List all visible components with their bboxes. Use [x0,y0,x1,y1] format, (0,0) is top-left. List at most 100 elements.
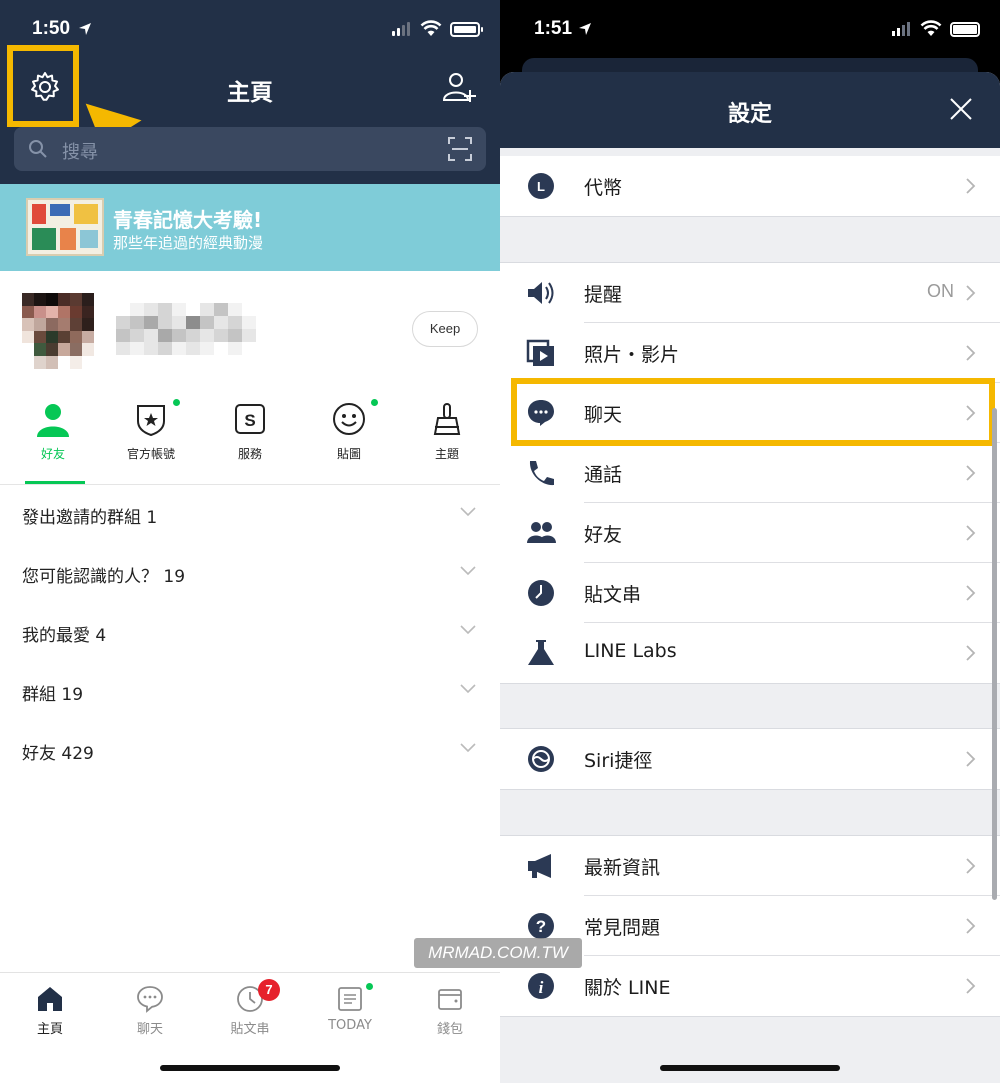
svg-text:?: ? [536,917,546,936]
chevron-down-icon [460,507,476,517]
row-label: 關於 LINE [584,977,671,999]
settings-row-calls[interactable]: 通話 [500,443,1000,503]
info-icon: i [528,973,554,999]
category-label: 貼圖 [336,447,361,461]
wifi-icon [920,20,942,36]
add-friend-icon[interactable] [440,70,476,106]
tab-home[interactable]: 主頁 [0,985,100,1045]
section-groups[interactable]: 群組 19 [0,661,500,720]
status-time: 1:50 [32,18,71,39]
siri-icon [528,746,554,772]
settings-row-notifications[interactable]: 提醒 ON [500,263,1000,323]
chevron-right-icon [966,525,976,541]
photo-video-icon [526,339,554,366]
battery-icon [450,22,483,37]
page-title: 設定 [727,102,772,127]
settings-row-line-labs[interactable]: LINE Labs [500,623,1000,683]
section-label: 好友 429 [22,744,94,764]
tab-timeline[interactable]: 7 貼文串 [200,979,300,1045]
section-friends[interactable]: 好友 429 [0,720,500,779]
tab-wallet[interactable]: 錢包 [400,985,500,1045]
location-arrow-icon [79,23,91,35]
my-profile[interactable]: Keep [0,271,500,381]
chevron-down-icon [460,743,476,753]
wifi-icon [420,20,442,36]
home-indicator [160,1065,340,1071]
row-label: 最新資訊 [584,857,661,879]
settings-row-timeline[interactable]: 貼文串 [500,563,1000,623]
section-favorites[interactable]: 我的最愛 4 [0,602,500,661]
new-dot [371,399,378,406]
chevron-right-icon [966,918,976,934]
home-indicator [660,1065,840,1071]
new-dot [173,399,180,406]
section-label: 群組 19 [22,685,84,705]
svg-text:L: L [537,179,545,194]
svg-text:S: S [244,411,255,430]
theme-icon [433,403,461,435]
search-icon [29,140,47,158]
settings-row-friends[interactable]: 好友 [500,503,1000,563]
home-icon [38,987,62,1011]
official-account-icon [137,405,165,437]
tab-chat[interactable]: 聊天 [100,985,200,1045]
tab-label: 錢包 [436,1022,463,1037]
services-icon: S [235,404,265,434]
chevron-down-icon [460,566,476,576]
settings-row-coins[interactable]: L 代幣 [500,156,1000,216]
category-friends[interactable]: 好友 [3,395,103,485]
row-label: 常見問題 [584,917,661,939]
location-arrow-icon [579,23,591,35]
chevron-right-icon [966,978,976,994]
chevron-right-icon [966,345,976,361]
category-label: 主題 [434,447,459,461]
chat-highlight-box [511,378,995,446]
settings-group: 最新資訊 ? 常見問題 i 關於 LINE [500,835,1000,1017]
settings-header: 設定 [500,72,1000,148]
tab-label: 主頁 [36,1022,63,1037]
settings-group: 提醒 ON 照片・影片 聊天 通話 好友 貼文串 LINE Labs [500,262,1000,684]
banner-title: 青春記憶大考驗! [113,208,263,232]
promo-banner[interactable]: 青春記憶大考驗! 那些年追過的經典動漫 [0,184,500,402]
banner-illustration [26,198,104,256]
page-title: 主頁 [227,80,273,106]
qr-scan-icon[interactable] [448,137,472,161]
keep-button[interactable]: Keep [412,311,478,347]
category-tabs: 好友 官方帳號 S 服務 貼圖 主題 [0,395,500,485]
settings-sheet: 設定 L 代幣 提醒 ON 照片・影片 聊天 通話 好友 貼文串 LINE La… [500,72,1000,1083]
category-stickers[interactable]: 貼圖 [299,395,399,485]
settings-row-siri-shortcuts[interactable]: Siri捷徑 [500,729,1000,789]
section-invited-groups[interactable]: 發出邀請的群組 1 [0,484,500,543]
close-icon[interactable] [950,98,972,120]
tab-label: 聊天 [136,1022,163,1037]
chevron-right-icon [966,585,976,601]
search-placeholder: 搜尋 [62,142,98,163]
row-label: 照片・影片 [584,344,680,366]
row-label: 好友 [584,524,623,546]
category-services[interactable]: S 服務 [200,395,300,485]
chevron-right-icon [966,285,976,301]
megaphone-icon [528,854,551,878]
battery-icon [950,22,980,37]
friends-icon [527,522,556,543]
chat-icon [137,986,163,1013]
row-label: 代幣 [584,177,623,199]
settings-screen: 1:51 設定 L 代幣 提醒 ON 照片・影片 聊天 通話 好友 貼文串 LI… [500,0,1000,1083]
tab-today[interactable]: TODAY [300,983,400,1045]
chevron-down-icon [460,684,476,694]
category-themes[interactable]: 主題 [397,395,497,485]
scrollbar[interactable] [992,408,997,900]
settings-row-news[interactable]: 最新資訊 [500,836,1000,896]
flask-icon [528,640,554,665]
section-label: 發出邀請的群組 1 [22,508,158,528]
tab-label: 貼文串 [230,1022,270,1037]
section-suggested-friends[interactable]: 您可能認識的人？ 19 [0,543,500,602]
chevron-right-icon [966,858,976,874]
friend-sections: 發出邀請的群組 1 您可能認識的人？ 19 我的最愛 4 群組 19 好友 42… [0,484,500,779]
search-bar[interactable]: 搜尋 [14,127,486,171]
chevron-down-icon [460,625,476,635]
category-official-accounts[interactable]: 官方帳號 [101,395,201,485]
row-value: ON [927,281,954,301]
settings-row-photos-videos[interactable]: 照片・影片 [500,323,1000,383]
tab-label: TODAY [328,1018,372,1033]
